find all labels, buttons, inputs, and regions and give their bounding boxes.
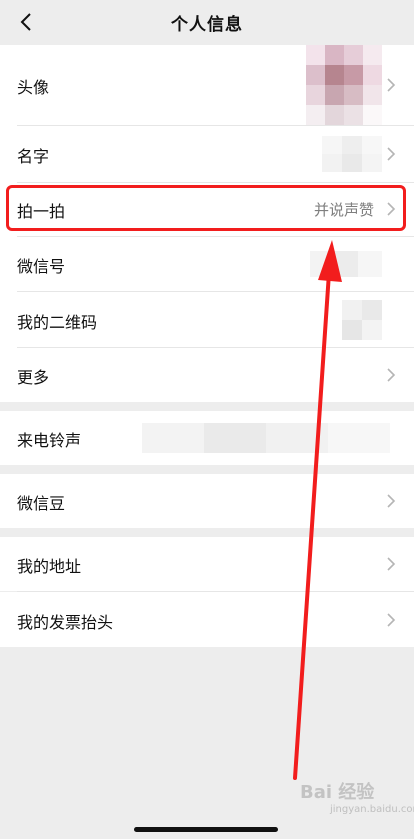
- baidu-watermark: Bai 经验 jingyan.baidu.com: [300, 782, 414, 826]
- watermark-text: Bai 经验: [300, 782, 375, 803]
- home-indicator: [134, 827, 278, 832]
- watermark-sub: jingyan.baidu.com: [330, 804, 414, 815]
- red-arrow: [293, 240, 342, 780]
